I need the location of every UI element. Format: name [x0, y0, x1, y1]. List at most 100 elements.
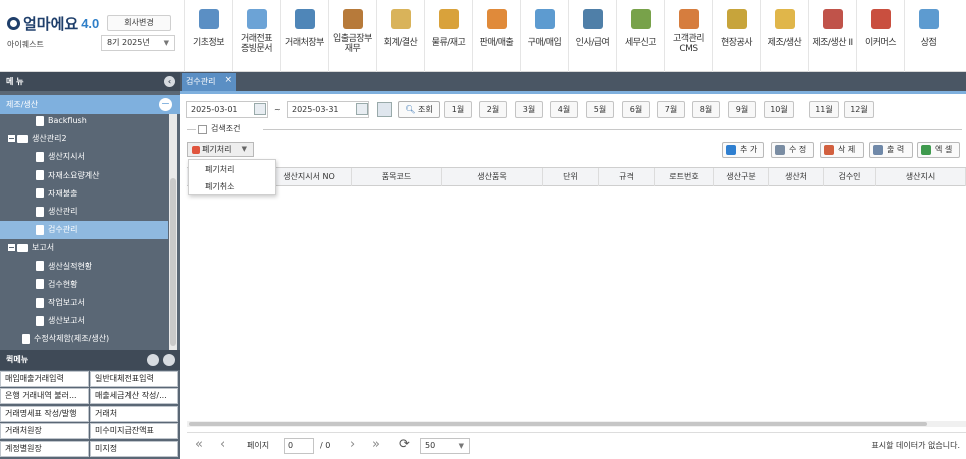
top-menu-item[interactable]: 입출금장부 재무: [328, 0, 376, 72]
calendar-grid-icon[interactable]: [377, 102, 392, 117]
quick-menu-button[interactable]: 미지정: [90, 440, 178, 457]
collapse-toggle-icon[interactable]: [8, 135, 15, 143]
quick-menu-button[interactable]: 거래처원장: [0, 423, 89, 440]
tree-item[interactable]: 검수관리: [0, 221, 168, 240]
grid-column-header[interactable]: 생산구분: [714, 168, 769, 186]
search-condition-checkbox[interactable]: [198, 125, 207, 134]
tree-item[interactable]: 생산보고서: [0, 312, 168, 330]
quick-menu-button[interactable]: 은행 거래내역 불러...: [0, 388, 89, 405]
grid-column-header[interactable]: 단위: [543, 168, 599, 186]
gear-icon[interactable]: [147, 354, 159, 366]
month-button[interactable]: 12월: [844, 101, 874, 118]
delete-button[interactable]: 삭 제: [820, 142, 864, 158]
tree-item[interactable]: 자재소요량계산: [0, 167, 168, 185]
grid-column-header[interactable]: 로트번호: [655, 168, 714, 186]
top-menu-item[interactable]: 고객관리 CMS: [664, 0, 712, 72]
month-button[interactable]: 8월: [692, 101, 720, 118]
print-button[interactable]: 출 력: [869, 142, 913, 158]
tree-item[interactable]: 생산실적현황: [0, 258, 168, 276]
tree-item[interactable]: Backflush: [0, 114, 168, 130]
fiscal-year-select[interactable]: 8기 2025년 ▼: [101, 35, 175, 51]
grid-column-header[interactable]: 생산처: [769, 168, 824, 186]
tree-item[interactable]: 수정삭제함(제조/생산): [0, 330, 168, 348]
top-menu-item[interactable]: 현장공사: [712, 0, 760, 72]
first-page-icon[interactable]: «: [195, 436, 203, 454]
dispose-dropdown-button[interactable]: 폐기처리 ▼: [187, 142, 254, 157]
scrollbar-thumb[interactable]: [170, 178, 176, 346]
tree-item[interactable]: 작업보고서: [0, 294, 168, 312]
top-menu-item[interactable]: 세무신고: [616, 0, 664, 72]
calendar-icon[interactable]: [254, 103, 266, 115]
month-button[interactable]: 4월: [550, 101, 578, 118]
menu-icon: [631, 9, 651, 29]
top-menu-item[interactable]: 구매/매입: [520, 0, 568, 72]
top-menu-item[interactable]: 상점: [904, 0, 952, 72]
quick-menu-button[interactable]: 매입매출거래입력: [0, 371, 89, 387]
edit-button[interactable]: 수 정: [771, 142, 814, 158]
refresh-icon[interactable]: ⟳: [399, 436, 410, 454]
dispose-label: 폐기처리: [202, 145, 232, 154]
grid-column-header[interactable]: 생산지시: [876, 168, 966, 186]
month-button[interactable]: 10월: [764, 101, 794, 118]
page-input[interactable]: 0: [284, 438, 314, 454]
quick-menu-button[interactable]: 매출세금계산 작성/...: [90, 388, 178, 405]
last-page-icon[interactable]: »: [372, 436, 380, 454]
month-button[interactable]: 2월: [479, 101, 507, 118]
month-button[interactable]: 9월: [728, 101, 756, 118]
grid-column-header[interactable]: 생산지시서 NO: [267, 168, 352, 186]
top-menu-item[interactable]: 인사/급여: [568, 0, 616, 72]
chevron-down-icon[interactable]: [163, 354, 175, 366]
grid-column-header[interactable]: 생산품목: [442, 168, 543, 186]
grid-column-header[interactable]: 검수인: [824, 168, 876, 186]
top-menu-item[interactable]: 거래전표 증빙문서: [232, 0, 280, 72]
quick-menu-button[interactable]: 미수미지급잔액표: [90, 423, 178, 440]
month-button[interactable]: 6월: [622, 101, 650, 118]
next-page-icon[interactable]: ›: [350, 436, 355, 454]
dropdown-item[interactable]: 폐기처리: [189, 161, 275, 178]
top-menu-item[interactable]: 판매/매출: [472, 0, 520, 72]
month-button[interactable]: 11월: [809, 101, 839, 118]
menu-icon: [295, 9, 315, 29]
add-button[interactable]: 추 가: [722, 142, 764, 158]
tree-item[interactable]: 생산관리2: [0, 130, 168, 148]
month-button[interactable]: 5월: [586, 101, 614, 118]
top-menu-item[interactable]: 이커머스: [856, 0, 904, 72]
quick-menu-button[interactable]: 거래처: [90, 405, 178, 422]
excel-button[interactable]: 엑 셀: [917, 142, 960, 158]
dropdown-item[interactable]: 폐기취소: [189, 178, 275, 195]
month-button[interactable]: 1월: [444, 101, 472, 118]
close-icon[interactable]: ×: [224, 71, 232, 89]
quick-menu-button[interactable]: 계정별원장: [0, 440, 89, 457]
search-button[interactable]: 🔍︎ 조회: [398, 101, 440, 118]
grid-column-header[interactable]: 규격: [599, 168, 655, 186]
sidebar-category[interactable]: 제조/생산 −: [0, 95, 180, 114]
tree-item[interactable]: 보고서: [0, 239, 168, 257]
page-size-select[interactable]: 50 ▼: [420, 438, 470, 454]
grid-column-header[interactable]: 품목코드: [352, 168, 442, 186]
month-button[interactable]: 3월: [515, 101, 543, 118]
tab-inspection-management[interactable]: 검수관리 ×: [182, 73, 236, 91]
collapse-toggle-icon[interactable]: [8, 244, 15, 252]
app-logo[interactable]: 얼마에요 4.0: [7, 13, 99, 34]
tree-item[interactable]: 검수현황: [0, 276, 168, 294]
sidebar-scrollbar[interactable]: [169, 114, 177, 350]
calendar-icon[interactable]: [356, 103, 368, 115]
horizontal-scrollbar[interactable]: [187, 421, 966, 427]
quick-menu-button[interactable]: 거래명세표 작성/발행: [0, 405, 89, 422]
top-menu-item[interactable]: 물류/재고: [424, 0, 472, 72]
month-button[interactable]: 7월: [657, 101, 685, 118]
quick-menu-button[interactable]: 일반대체전표입력: [90, 371, 178, 387]
minus-icon[interactable]: −: [159, 98, 172, 111]
collapse-icon[interactable]: ‹: [164, 76, 175, 87]
prev-page-icon[interactable]: ‹: [220, 436, 225, 454]
top-menu-item[interactable]: 제조/생산 II: [808, 0, 856, 72]
top-menu-item[interactable]: 거래처장부: [280, 0, 328, 72]
top-menu-item[interactable]: 기초정보: [184, 0, 232, 72]
scrollbar-thumb[interactable]: [189, 422, 927, 426]
top-menu-item[interactable]: 제조/생산: [760, 0, 808, 72]
tree-item[interactable]: 생산관리: [0, 203, 168, 221]
top-menu-item[interactable]: 회계/결산: [376, 0, 424, 72]
tree-item[interactable]: 생산지시서: [0, 148, 168, 166]
company-change-button[interactable]: 회사변경: [107, 15, 171, 31]
tree-item[interactable]: 자재불출: [0, 185, 168, 203]
